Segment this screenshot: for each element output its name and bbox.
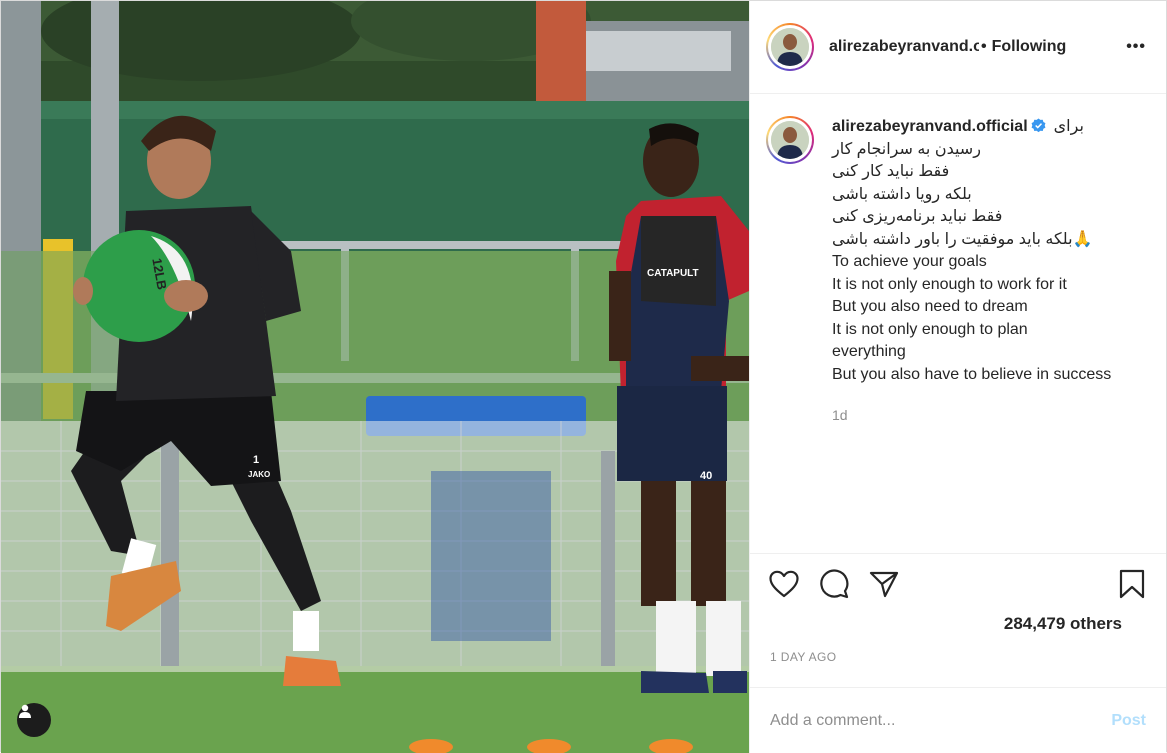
comment-input[interactable] — [770, 711, 1112, 730]
kit-brand-text: JAKO — [248, 470, 270, 479]
avatar-photo — [771, 28, 809, 66]
user-tag-icon — [19, 704, 31, 718]
heart-icon — [769, 570, 799, 598]
like-button[interactable] — [766, 566, 802, 602]
avatar[interactable] — [766, 23, 814, 71]
caption-line-8: But you also need to dream — [832, 298, 1028, 315]
caption: alirezabeyranvand.official برای رسیدن به … — [766, 116, 1150, 427]
training-photo-illustration: 12LB 1 JAKO CATAPULT 40 — [1, 1, 749, 753]
caption-line-4: فقط نباید برنامه‌ریزی کنی — [832, 208, 1003, 225]
header-username-link[interactable]: alirezabeyranvand.offici — [829, 38, 979, 56]
caption-line-3: بلکه رویا داشته باشی — [832, 185, 972, 203]
caption-text: alirezabeyranvand.official برای رسیدن به … — [832, 116, 1111, 427]
caption-line-0: برای — [1053, 118, 1084, 135]
post-side-panel: alirezabeyranvand.offici • Following ••• — [749, 1, 1166, 753]
post-photo[interactable]: 12LB 1 JAKO CATAPULT 40 — [1, 1, 749, 753]
avatar-image — [771, 28, 809, 66]
caption-username-link[interactable]: alirezabeyranvand.official — [832, 118, 1028, 135]
caption-line-2: فقط نباید کار کنی — [832, 163, 950, 180]
caption-line-10: everything — [832, 343, 906, 360]
caption-avatar[interactable] — [766, 116, 814, 164]
instagram-post-modal: 12LB 1 JAKO CATAPULT 40 alirezabeyranvan… — [0, 0, 1167, 753]
likes-count[interactable]: 284,479 others — [1004, 614, 1122, 634]
sponsor-text: CATAPULT — [647, 268, 699, 279]
following-button[interactable]: Following — [992, 38, 1067, 56]
bookmark-icon — [1119, 569, 1145, 599]
post-comment-button[interactable]: Post — [1111, 712, 1146, 730]
save-button[interactable] — [1114, 566, 1150, 602]
add-comment-form: Post — [750, 687, 1166, 753]
caption-line-9: It is not only enough to plan — [832, 320, 1028, 338]
caption-avatar-photo — [771, 121, 809, 159]
header-separator: • — [981, 38, 987, 55]
post-actions: 284,479 others 1 DAY AGO Post — [750, 553, 1166, 753]
user-tag-button[interactable] — [17, 703, 51, 737]
action-icon-row — [766, 566, 1150, 602]
right-player-number-text: 40 — [700, 470, 712, 482]
caption-line-1: رسیدن به سرانجام کار — [832, 140, 981, 158]
post-timestamp[interactable]: 1 DAY AGO — [770, 650, 837, 664]
caption-line-5: 🙏بلکه باید موفقیت را باور داشته باشی — [832, 230, 1093, 248]
comments-section: alirezabeyranvand.official برای رسیدن به … — [750, 94, 1166, 553]
caption-avatar-image — [771, 121, 809, 159]
caption-line-6: To achieve your goals — [832, 253, 987, 270]
caption-line-7: It is not only enough to work for it — [832, 275, 1067, 293]
share-button[interactable] — [866, 566, 902, 602]
verified-badge-icon — [1031, 118, 1046, 133]
left-player-number-text: 1 — [253, 454, 259, 466]
comment-button[interactable] — [816, 566, 852, 602]
more-options-button[interactable]: ••• — [1122, 34, 1150, 60]
caption-line-11: But you also have to believe in success — [832, 365, 1112, 383]
comment-bubble-icon — [820, 569, 849, 599]
caption-timestamp[interactable]: 1d — [832, 404, 1111, 427]
post-header: alirezabeyranvand.offici • Following ••• — [750, 1, 1166, 94]
paper-plane-icon — [869, 571, 899, 598]
